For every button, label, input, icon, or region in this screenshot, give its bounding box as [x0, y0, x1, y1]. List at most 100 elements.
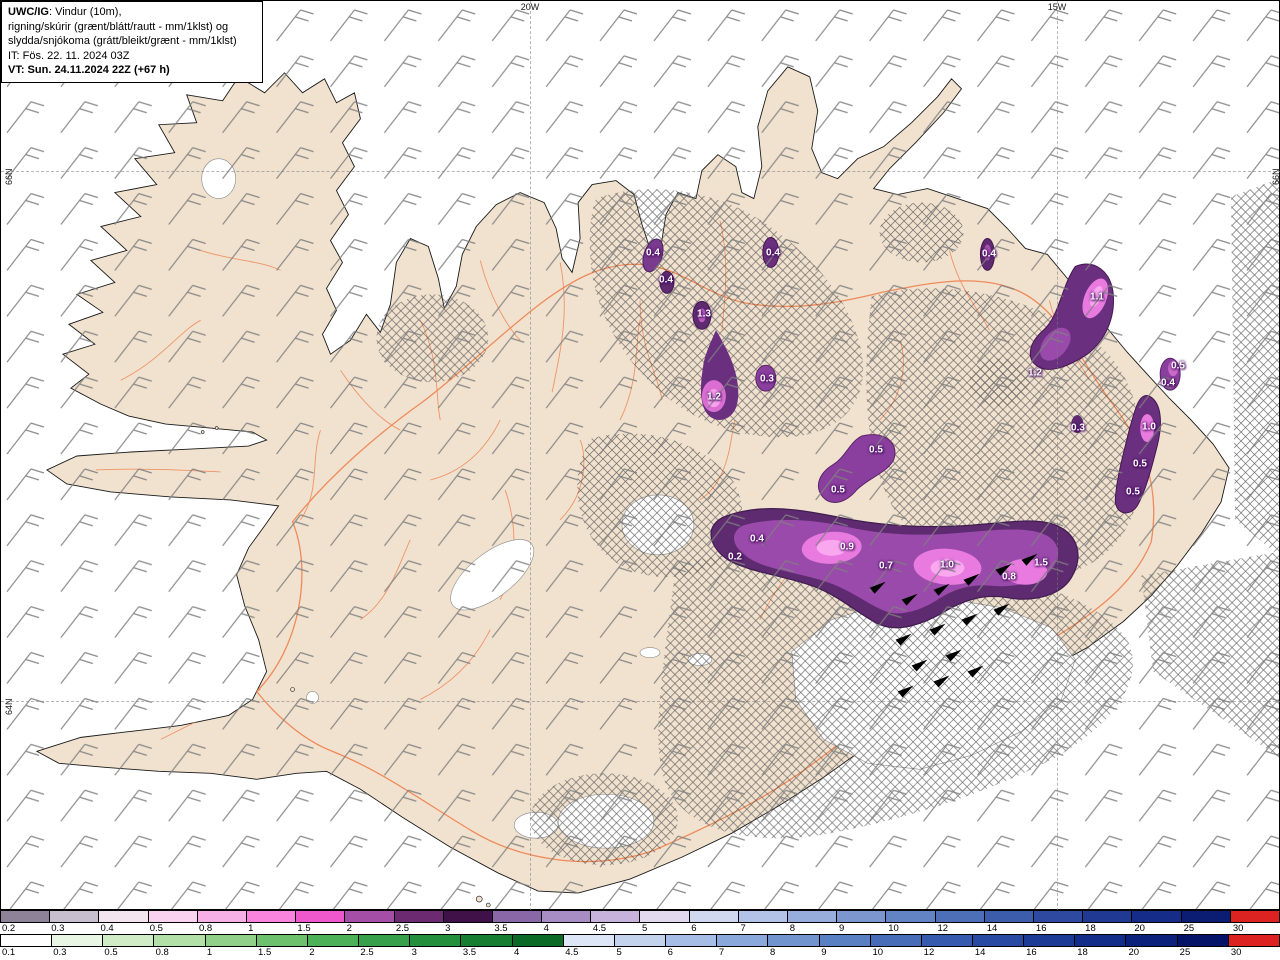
- scale-cell: [148, 911, 198, 922]
- scale-cell: [1132, 911, 1182, 922]
- rain-scale: 0.1 0.3 0.5 0.8 1 1.5 2 2.5 3 3.5 4 4.5 5 6 7 8 9 10 12 14 1…: [0, 934, 1280, 958]
- rain-scale-labels: 0.1 0.3 0.5 0.8 1 1.5 2 2.5 3 3.5 4 4.5 5 6 7 8 9 10 12 14 1…: [0, 947, 1280, 958]
- scale-cell: [1024, 935, 1076, 946]
- scale-tick-label: 7: [740, 923, 746, 934]
- scale-cell: [563, 935, 615, 946]
- scale-tick-label: 9: [821, 947, 827, 958]
- scale-cell: [768, 935, 820, 946]
- title-line-2: rigning/skúrir (grænt/blátt/rautt - mm/1…: [8, 20, 229, 33]
- scale-cell: [921, 935, 973, 946]
- scale-tick-label: 12: [923, 947, 935, 958]
- scale-cell: [788, 911, 838, 922]
- scale-tick-label: 16: [1026, 947, 1037, 958]
- scale-tick-label: 14: [974, 947, 986, 958]
- map-area: 20W 15W 66N 66N 64N 0.4 0.4 1.3 0.4 1.2 0.3 0.4 1.1…: [0, 0, 1280, 911]
- scale-tick-label: 3: [411, 947, 417, 958]
- scale-tick-label: 20: [1128, 947, 1140, 958]
- scale-cell: [52, 935, 104, 946]
- scale-cell: [1083, 911, 1133, 922]
- scale-cell: [205, 935, 257, 946]
- scale-tick-label: 8: [789, 923, 796, 934]
- scale-cell: [666, 935, 718, 946]
- scale-cell: [296, 911, 346, 922]
- scale-cell: [443, 911, 493, 922]
- scale-tick-label: 20: [1134, 923, 1145, 934]
- scale-cell: [1230, 911, 1279, 922]
- scale-cell: [345, 911, 395, 922]
- scale-tick-label: 4: [514, 947, 520, 958]
- scale-tick-label: 25: [1179, 947, 1191, 958]
- scale-tick-label: 5: [616, 947, 622, 958]
- scale-cell: [307, 935, 360, 946]
- scale-tick-label: 0.5: [104, 947, 118, 958]
- scale-cell: [1177, 935, 1229, 946]
- scale-tick-label: 2: [346, 923, 352, 934]
- sleet-snow-scale-labels: 0.2 0.3 0.4 0.5 0.8 1 1.5 2 2.5 3 3.5 4 4.5 5 6 7 8 9 10 12…: [0, 923, 1280, 934]
- scale-tick-label: 10: [872, 947, 884, 958]
- title-line-1-rest: : Vindur (10m),: [48, 6, 122, 18]
- scale-tick-label: 0.3: [53, 947, 67, 958]
- scale-tick-label: 6: [667, 947, 673, 958]
- scale-cell: [738, 911, 788, 922]
- scale-tick-label: 4.5: [592, 923, 607, 934]
- scale-cell: [689, 911, 739, 922]
- scale-cell: [1126, 935, 1178, 946]
- scale-tick-label: 2.5: [395, 923, 410, 934]
- scale-tick-label: 18: [1085, 923, 1096, 934]
- scale-cell: [935, 911, 985, 922]
- scale-cell: [50, 911, 100, 922]
- scale-cell: [717, 935, 769, 946]
- scale-cell: [972, 935, 1025, 946]
- scale-cell: [359, 935, 411, 946]
- scale-tick-label: 18: [1077, 947, 1088, 958]
- scale-cell: [103, 935, 155, 946]
- scale-tick-label: 1.5: [297, 923, 311, 934]
- scale-tick-label: 0.8: [198, 923, 213, 934]
- scale-cell: [154, 935, 206, 946]
- sleet-snow-scale: 0.2 0.3 0.4 0.5 0.8 1 1.5 2 2.5 3 3.5 4 4.5 5 6 7 8 9 10 12…: [0, 910, 1280, 934]
- scale-tick-label: 0.5: [149, 923, 163, 934]
- scale-tick-label: 4.5: [565, 947, 579, 958]
- scale-cell: [99, 911, 149, 922]
- title-line-3: slydda/snjókoma (grátt/bleikt/grænt - mm…: [8, 35, 237, 48]
- title-box: UWC/IG: Vindur (10m), rigning/skúrir (gr…: [1, 1, 263, 83]
- scale-tick-label: 7: [718, 947, 725, 958]
- scale-tick-label: 16: [1035, 923, 1047, 934]
- rain-scale-strip: [0, 934, 1280, 947]
- scale-tick-label: 30: [1232, 923, 1244, 934]
- scale-tick-label: 1.5: [258, 947, 272, 958]
- scale-tick-label: 12: [937, 923, 949, 934]
- scale-tick-label: 0.8: [155, 947, 169, 958]
- scale-cell: [886, 911, 936, 922]
- scale-cell: [614, 935, 667, 946]
- scale-cell: [870, 935, 922, 946]
- scale-cell: [1, 935, 53, 946]
- scale-cell: [640, 911, 690, 922]
- scale-tick-label: 9: [838, 923, 845, 934]
- scale-cell: [837, 911, 887, 922]
- scale-tick-label: 1: [206, 947, 213, 958]
- scale-tick-label: 30: [1230, 947, 1242, 958]
- scale-cell: [492, 911, 543, 922]
- sleet-snow-scale-strip: [0, 910, 1280, 923]
- scale-cell: [1075, 935, 1127, 946]
- scale-tick-label: 3: [445, 923, 451, 934]
- scale-tick-label: 0.3: [51, 923, 65, 934]
- scale-cell: [542, 911, 592, 922]
- scale-cell: [819, 935, 871, 946]
- title-line-1: UWC/IG: Vindur (10m),: [8, 5, 256, 20]
- scale-cell: [197, 911, 247, 922]
- scale-tick-label: 1: [248, 923, 254, 934]
- wind-barbs-layer: [1, 1, 1279, 909]
- scale-tick-label: 10: [888, 923, 899, 934]
- scale-cell: [246, 911, 297, 922]
- scale-tick-label: 6: [691, 923, 697, 934]
- scale-tick-label: 3.5: [494, 923, 508, 934]
- scale-tick-label: 0.1: [2, 947, 16, 958]
- weather-map-page: 20W 15W 66N 66N 64N 0.4 0.4 1.3 0.4 1.2 0.3 0.4 1.1…: [0, 0, 1280, 960]
- scale-tick-label: 5: [642, 923, 648, 934]
- valid-time: VT: Sun. 24.11.2024 22Z (+67 h): [8, 64, 170, 77]
- scale-tick-label: 0.4: [100, 923, 114, 934]
- color-scales: 0.2 0.3 0.4 0.5 0.8 1 1.5 2 2.5 3 3.5 4 4.5 5 6 7 8 9 10 12…: [0, 910, 1280, 960]
- scale-cell: [512, 935, 564, 946]
